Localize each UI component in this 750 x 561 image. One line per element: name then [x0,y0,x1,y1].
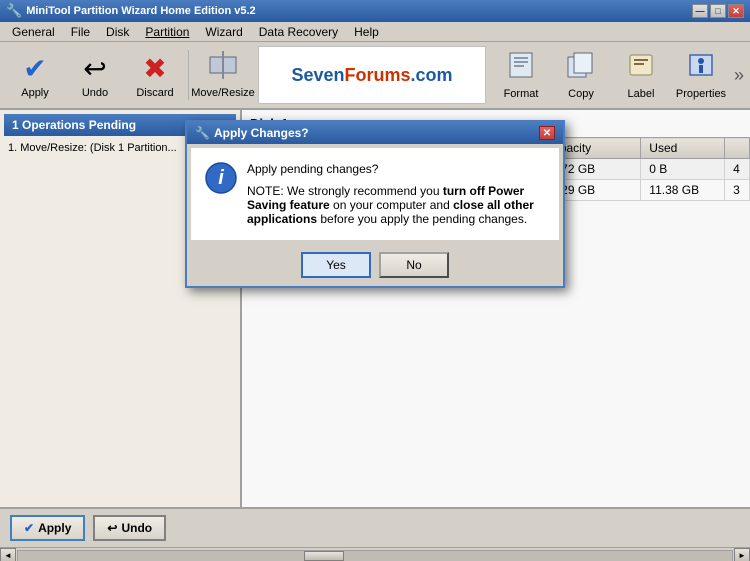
label-icon [626,51,656,86]
partition-extra-unallocated: 4 [725,159,750,180]
apply-changes-modal: 🔧 Apply Changes? ✕ i Apply pending chang… [185,120,565,288]
label-toolbar-button[interactable]: Label [612,46,670,104]
format-toolbar-button[interactable]: Format [492,46,550,104]
menu-wizard[interactable]: Wizard [197,23,250,41]
ops-item-label: 1. Move/Resize: (Disk 1 Partition... [8,142,177,154]
logo-forums: Forums [345,65,411,85]
apply-label: Apply [21,87,49,99]
modal-close-button[interactable]: ✕ [539,126,555,140]
logo-com: .com [411,65,453,85]
format-icon [506,51,536,86]
undo-label: Undo [82,87,108,99]
undo-button[interactable]: ↩ Undo [93,515,166,541]
maximize-button[interactable]: □ [710,4,726,18]
copy-icon [566,51,596,86]
properties-toolbar-button[interactable]: Properties [672,46,730,104]
scroll-area: ◄ ► [0,547,750,561]
properties-label: Properties [676,88,726,100]
menu-general[interactable]: General [4,23,63,41]
copy-label: Copy [568,88,594,100]
apply-icon: ✔ [23,52,46,85]
modal-body: i Apply pending changes? NOTE: We strong… [191,148,559,240]
modal-info-icon: i [205,162,237,226]
col-header-extra [725,138,750,159]
partition-used-unallocated: 0 B [641,159,725,180]
partition-used-vista: 11.38 GB [641,180,725,201]
title-bar: 🔧 MiniTool Partition Wizard Home Edition… [0,0,750,22]
scroll-thumb[interactable] [304,551,344,561]
apply-check-icon: ✔ [24,521,34,535]
move-resize-icon [208,51,238,85]
modal-no-button[interactable]: No [379,252,449,278]
partition-extra-vista: 3 [725,180,750,201]
modal-title-icon: 🔧 [195,126,210,140]
menu-file[interactable]: File [63,23,98,41]
toolbar-separator-1 [188,50,190,100]
undo-arrow-icon: ↩ [107,521,117,535]
logo-text: SevenForums.com [291,65,452,86]
discard-icon: ✖ [143,52,166,85]
apply-button-label: Apply [38,521,71,535]
menu-partition[interactable]: Partition [137,23,197,41]
scroll-left-button[interactable]: ◄ [0,548,16,561]
apply-button[interactable]: ✔ Apply [10,515,85,541]
menu-data-recovery[interactable]: Data Recovery [251,23,346,41]
move-resize-toolbar-button[interactable]: Move/Resize [194,46,252,104]
app-icon: 🔧 [6,3,22,19]
properties-icon [686,51,716,86]
svg-text:i: i [218,167,224,189]
undo-toolbar-button[interactable]: ↩ Undo [66,46,124,104]
modal-question: Apply pending changes? [247,162,545,176]
modal-note: NOTE: We strongly recommend you turn off… [247,184,545,226]
copy-toolbar-button[interactable]: Copy [552,46,610,104]
action-buttons: ✔ Apply ↩ Undo [0,507,750,547]
apply-toolbar-button[interactable]: ✔ Apply [6,46,64,104]
minimize-button[interactable]: — [692,4,708,18]
logo-seven: Seven [291,65,344,85]
modal-title: Apply Changes? [214,126,309,140]
app-title: MiniTool Partition Wizard Home Edition v… [26,5,256,17]
move-resize-label: Move/Resize [191,87,255,99]
format-label: Format [504,88,539,100]
discard-label: Discard [136,87,173,99]
toolbar-more[interactable]: » [734,65,744,86]
modal-footer: Yes No [187,244,563,286]
modal-content: Apply pending changes? NOTE: We strongly… [247,162,545,226]
menu-disk[interactable]: Disk [98,23,137,41]
menu-bar: General File Disk Partition Wizard Data … [0,22,750,42]
modal-title-bar: 🔧 Apply Changes? ✕ [187,122,563,144]
undo-icon: ↩ [83,52,106,85]
toolbar: ✔ Apply ↩ Undo ✖ Discard Move/Resize Sev… [0,42,750,110]
undo-button-label: Undo [121,521,152,535]
logo-area: SevenForums.com [258,46,486,104]
col-header-used: Used [641,138,725,159]
label-label: Label [628,88,655,100]
modal-note-middle: on your computer and [330,198,453,212]
scroll-right-button[interactable]: ► [734,548,750,561]
modal-note-prefix: NOTE: We strongly recommend you [247,184,443,198]
modal-yes-button[interactable]: Yes [301,252,371,278]
close-button[interactable]: ✕ [728,4,744,18]
modal-note-suffix: before you apply the pending changes. [317,212,527,226]
discard-toolbar-button[interactable]: ✖ Discard [126,46,184,104]
menu-help[interactable]: Help [346,23,387,41]
scroll-track[interactable] [17,550,733,561]
window-controls[interactable]: — □ ✕ [692,4,744,18]
